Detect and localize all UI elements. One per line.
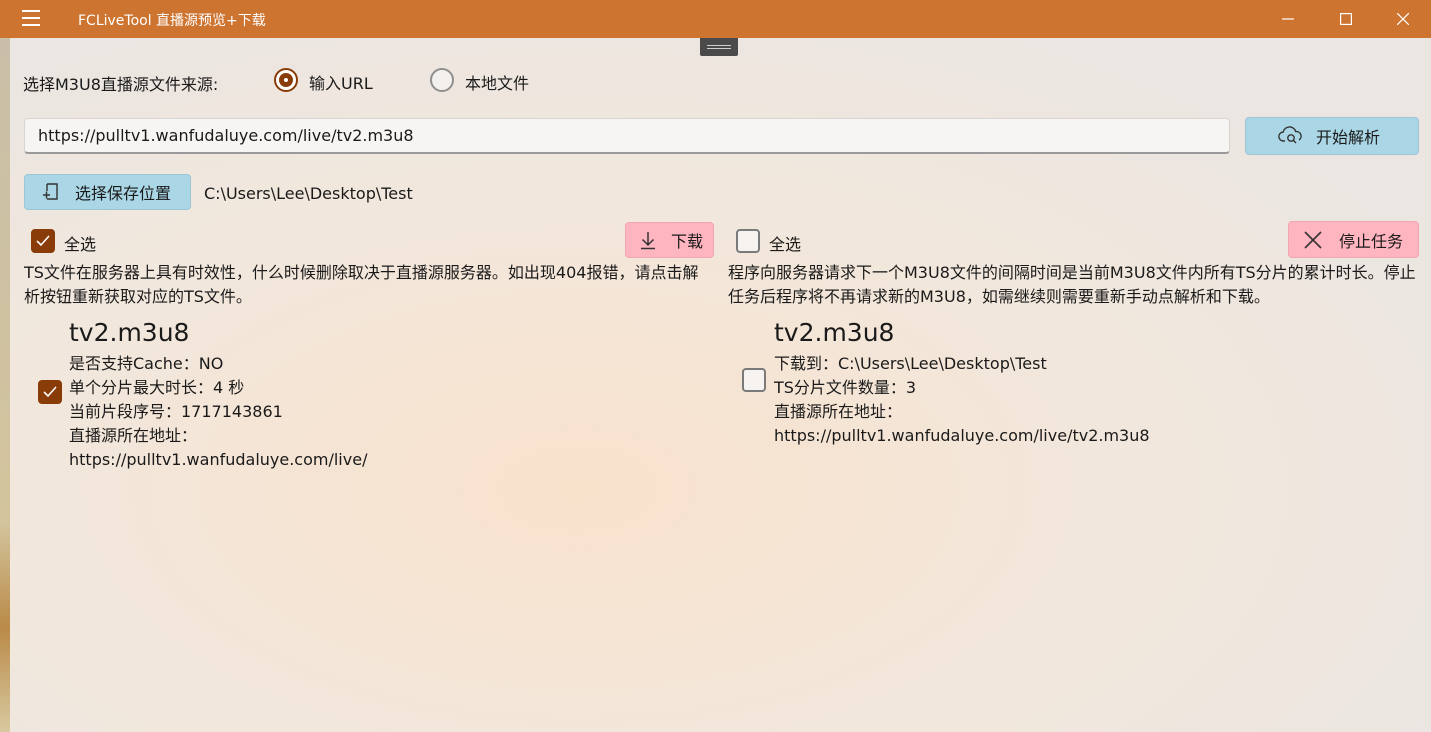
drag-handle-icon[interactable] bbox=[700, 38, 738, 56]
radio-url[interactable] bbox=[274, 68, 298, 92]
parse-button-label: 开始解析 bbox=[1316, 128, 1381, 147]
folder-save-icon bbox=[43, 183, 58, 200]
radio-local-file[interactable] bbox=[430, 68, 454, 92]
close-icon bbox=[1397, 13, 1409, 25]
download-button-label: 下载 bbox=[671, 232, 704, 251]
download-icon bbox=[641, 232, 655, 250]
left-item-source-label: 直播源所在地址： bbox=[69, 426, 198, 445]
main-content: 选择M3U8直播源文件来源: 输入URL 本地文件 开始解析 选择保存位置 C:… bbox=[10, 38, 1431, 732]
minimize-icon bbox=[1282, 18, 1294, 20]
right-item-details: 下载到：C:\Users\Lee\Desktop\Test TS分片文件数量：3… bbox=[774, 352, 1150, 448]
radio-local-file-label[interactable]: 本地文件 bbox=[465, 70, 529, 94]
minimize-button[interactable] bbox=[1260, 0, 1316, 38]
parse-button[interactable]: 开始解析 bbox=[1245, 117, 1419, 155]
left-note: TS文件在服务器上具有时效性，什么时候删除取决于直播源服务器。如出现404报错，… bbox=[24, 263, 699, 306]
cloud-search-icon bbox=[1278, 126, 1302, 144]
close-button[interactable] bbox=[1375, 0, 1431, 38]
left-item-name: tv2.m3u8 bbox=[69, 318, 190, 347]
right-item-source-url: https://pulltv1.wanfudaluye.com/live/tv2… bbox=[774, 426, 1150, 445]
left-item-details: 是否支持Cache：NO 单个分片最大时长：4 秒 当前片段序号：1717143… bbox=[69, 352, 367, 472]
left-item-checkbox[interactable] bbox=[38, 380, 62, 404]
left-select-all-checkbox[interactable] bbox=[31, 229, 55, 253]
left-item-max-duration: 单个分片最大时长：4 秒 bbox=[69, 378, 245, 397]
checkmark-icon bbox=[43, 386, 57, 398]
save-path: C:\Users\Lee\Desktop\Test bbox=[204, 184, 413, 203]
background-edge bbox=[0, 38, 10, 732]
left-item-sequence: 当前片段序号：1717143861 bbox=[69, 402, 283, 421]
window-title: FCLiveTool 直播源预览+下载 bbox=[78, 13, 266, 29]
right-item-checkbox[interactable] bbox=[742, 368, 766, 392]
radio-url-label[interactable]: 输入URL bbox=[309, 70, 373, 94]
download-button[interactable]: 下载 bbox=[625, 222, 714, 258]
title-bar: FCLiveTool 直播源预览+下载 bbox=[0, 0, 1431, 38]
right-select-all-checkbox[interactable] bbox=[736, 229, 760, 253]
left-item-cache: 是否支持Cache：NO bbox=[69, 354, 224, 373]
right-item-name: tv2.m3u8 bbox=[774, 318, 895, 347]
choose-save-location-label: 选择保存位置 bbox=[75, 184, 172, 203]
hamburger-menu-icon[interactable] bbox=[22, 10, 50, 28]
left-item-source-url: https://pulltv1.wanfudaluye.com/live/ bbox=[69, 450, 368, 469]
right-note: 程序向服务器请求下一个M3U8文件的间隔时间是当前M3U8文件内所有TS分片的累… bbox=[728, 263, 1416, 306]
left-select-all-label[interactable]: 全选 bbox=[64, 231, 96, 255]
right-item-source-label: 直播源所在地址： bbox=[774, 402, 903, 421]
maximize-button[interactable] bbox=[1318, 0, 1374, 38]
right-item-download-to: 下载到：C:\Users\Lee\Desktop\Test bbox=[774, 354, 1047, 373]
close-icon bbox=[1304, 230, 1322, 249]
right-item-ts-count: TS分片文件数量：3 bbox=[774, 378, 917, 397]
maximize-icon bbox=[1340, 13, 1352, 25]
url-input[interactable] bbox=[24, 118, 1230, 154]
choose-save-location-button[interactable]: 选择保存位置 bbox=[24, 174, 191, 210]
source-label: 选择M3U8直播源文件来源: bbox=[23, 75, 219, 94]
stop-task-button[interactable]: 停止任务 bbox=[1288, 221, 1419, 258]
right-select-all-label[interactable]: 全选 bbox=[769, 231, 801, 255]
checkmark-icon bbox=[36, 235, 50, 247]
stop-task-button-label: 停止任务 bbox=[1339, 231, 1404, 251]
